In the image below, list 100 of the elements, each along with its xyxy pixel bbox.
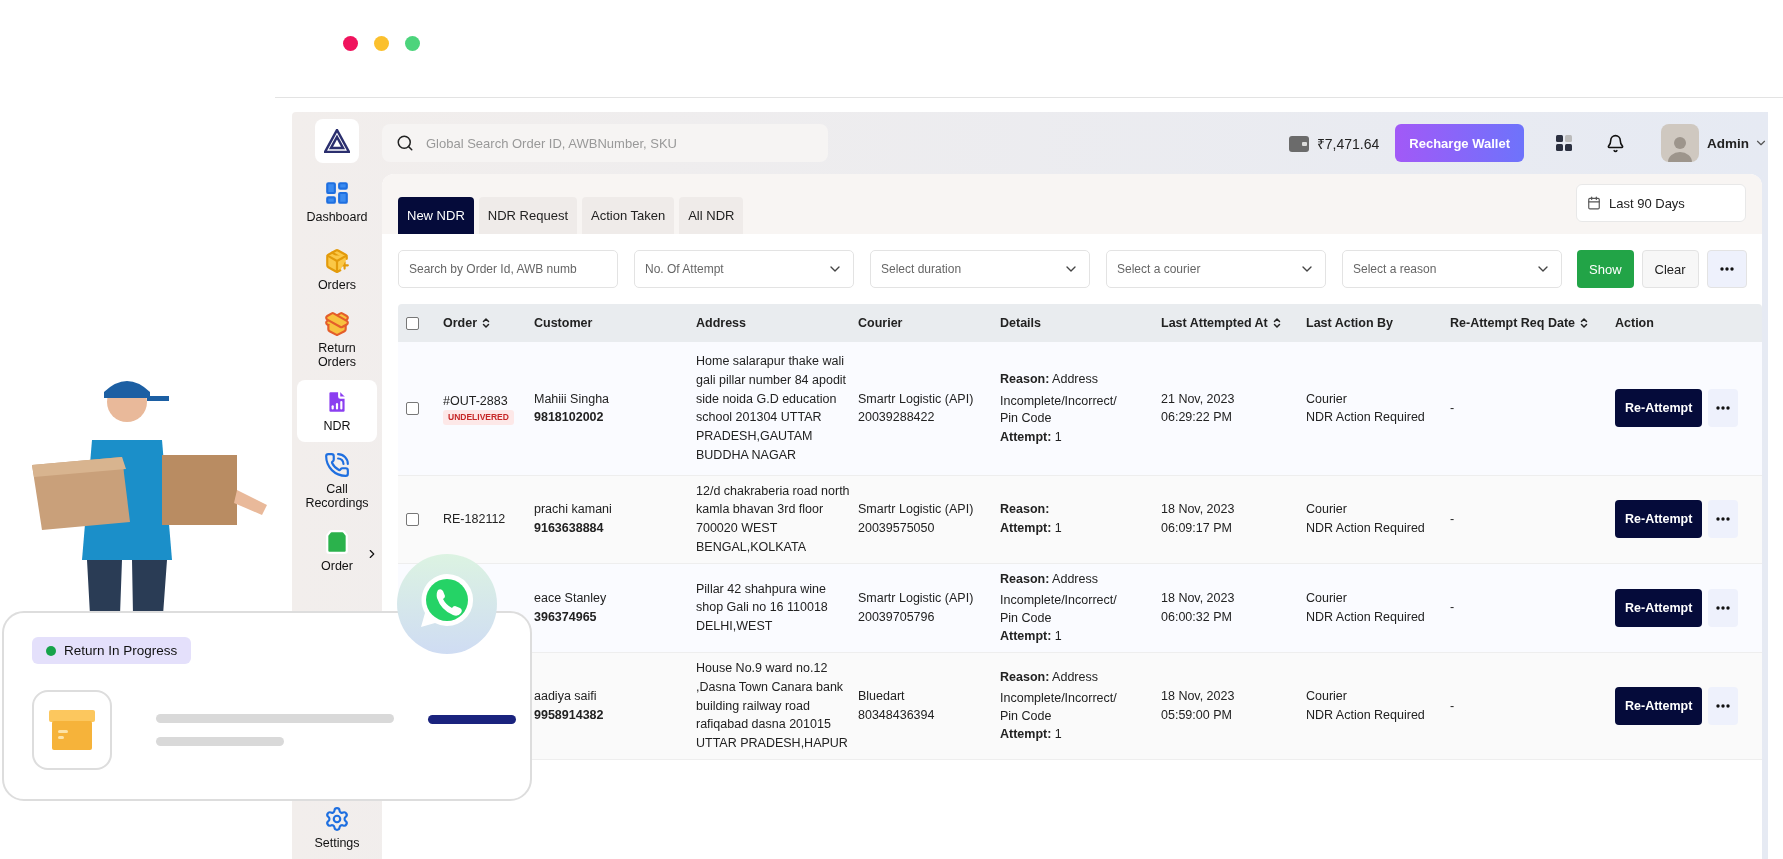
column-header[interactable]: Order: [443, 316, 534, 330]
attempt-time: 06:29:22 PM: [1161, 409, 1232, 427]
window-maximize-dot[interactable]: [405, 36, 420, 51]
action-note: NDR Action Required: [1306, 409, 1425, 427]
attempt-time: 05:59:00 PM: [1161, 706, 1232, 724]
attempt-count: Attempt: 1: [1000, 428, 1062, 446]
package-icon: [324, 247, 350, 274]
column-header: Courier: [858, 316, 904, 330]
tab[interactable]: Action Taken: [582, 197, 675, 234]
address-text: House No.9 ward no.12 ,Dasna Town Canara bank building railway road rafiqabad dasna 201015 UTTAR PRADESH,HAPUR: [696, 660, 849, 752]
address-text: Pillar 42 shahpura wine shop Gali no 16 110018 DELHI,WEST: [696, 580, 829, 636]
re-attempt-button[interactable]: Re-Attempt: [1615, 686, 1703, 725]
search-field[interactable]: Search by Order Id, AWB numb: [398, 250, 618, 288]
order-id[interactable]: RE-182112: [443, 509, 506, 529]
wallet-balance: ₹7,471.64: [1316, 134, 1380, 153]
request-date: -: [1450, 510, 1455, 528]
sidebar-item[interactable]: Order: [297, 520, 377, 583]
reason-text: Reason: Address: [1000, 668, 1098, 686]
action-note: NDR Action Required: [1306, 608, 1425, 626]
logo[interactable]: [315, 119, 359, 163]
more-button[interactable]: [1706, 250, 1747, 288]
request-date: -: [1450, 697, 1455, 715]
settings-icon: [324, 805, 350, 832]
order-id[interactable]: #OUT-2883: [443, 391, 508, 411]
select-all-checkbox[interactable]: [406, 316, 419, 330]
sidebar-item[interactable]: NDR: [297, 379, 377, 442]
select-field[interactable]: Select a courier: [1106, 250, 1326, 288]
customer-name: prachi kamani: [534, 501, 612, 519]
bag-icon: [324, 529, 350, 556]
reason-detail: Incomplete/Incorrect/ Pin Code: [1000, 690, 1118, 725]
awb-number: 20039705796: [858, 608, 935, 626]
attempt-time: 06:00:32 PM: [1161, 608, 1232, 626]
column-header[interactable]: Last Attempted At: [1161, 316, 1306, 330]
window-minimize-dot[interactable]: [374, 36, 389, 51]
package-icon: [324, 311, 350, 337]
attempt-date: 18 Nov, 2023: [1161, 688, 1235, 706]
sidebar-item[interactable]: Call Recordings: [297, 447, 377, 515]
row-checkbox[interactable]: [406, 512, 419, 526]
action-by: Courier: [1306, 590, 1347, 607]
customer-name: aadiya saifi: [534, 688, 597, 706]
customer-phone: 9818102002: [534, 409, 604, 427]
more-icon: [1716, 406, 1731, 411]
action-by: Courier: [1306, 501, 1347, 519]
calendar-icon: [1587, 196, 1601, 210]
column-header[interactable]: Re-Attempt Req Date: [1450, 316, 1615, 330]
recharge-button[interactable]: Recharge Wallet: [1395, 124, 1524, 162]
avatar[interactable]: [1661, 124, 1699, 162]
more-button[interactable]: [1708, 588, 1739, 627]
tab[interactable]: All NDR: [679, 197, 744, 234]
notification-icon[interactable]: [1606, 133, 1625, 153]
select-field[interactable]: Select a reason: [1342, 250, 1562, 288]
customer-phone: 396374965: [534, 608, 597, 626]
column-header: Details: [1000, 316, 1042, 330]
more-button[interactable]: [1708, 389, 1739, 428]
select-field[interactable]: No. Of Attempt: [634, 250, 854, 288]
customer-name: eace Stanley: [534, 590, 607, 607]
attempt-date: 18 Nov, 2023: [1161, 590, 1235, 607]
more-icon: [1716, 517, 1731, 521]
sidebar-item[interactable]: Return Orders: [297, 307, 377, 374]
apps-icon[interactable]: [1556, 135, 1572, 151]
reason-text: Reason:: [1000, 501, 1050, 519]
more-icon: [1716, 703, 1731, 708]
action-note: NDR Action Required: [1306, 706, 1425, 724]
address-text: Home salarapur thake wali gali pillar number 84 apodit side noida G.D education school 201304 UTTAR PRADESH,GAUTAM BUDDHA NAGAR: [696, 353, 848, 464]
reason-detail: Incomplete/Incorrect/ Pin Code: [1000, 592, 1118, 627]
select-field[interactable]: Select duration: [870, 250, 1090, 288]
reason-text: Reason: Address: [1000, 371, 1098, 388]
row-checkbox[interactable]: [406, 401, 419, 415]
more-button[interactable]: [1708, 500, 1739, 538]
request-date: -: [1450, 599, 1455, 617]
awb-number: 20039288422: [858, 409, 935, 427]
column-header: Customer: [534, 316, 594, 330]
date-range-picker[interactable]: Last 90 Days: [1576, 184, 1746, 222]
search-icon: [396, 134, 414, 152]
window-close-dot[interactable]: [343, 36, 358, 51]
attempt-count: Attempt: 1: [1000, 520, 1062, 537]
awb-number: 80348436394: [858, 706, 935, 724]
re-attempt-button[interactable]: Re-Attempt: [1615, 389, 1703, 428]
courier-name: Smartr Logistic (API): [858, 390, 974, 408]
tab[interactable]: New NDR: [398, 197, 474, 234]
user-name[interactable]: Admin: [1707, 135, 1749, 151]
more-button[interactable]: [1708, 686, 1739, 725]
column-header: Action: [1615, 316, 1655, 330]
reason-detail: Incomplete/Incorrect/ Pin Code: [1000, 392, 1118, 428]
clear-button[interactable]: Clear: [1641, 250, 1699, 288]
attempt-date: 21 Nov, 2023: [1161, 390, 1235, 408]
reason-text: Reason: Address: [1000, 570, 1098, 588]
sidebar-item[interactable]: Settings: [297, 797, 377, 859]
sidebar-item[interactable]: Dashboard: [297, 171, 377, 233]
attempt-count: Attempt: 1: [1000, 726, 1062, 744]
sidebar-item[interactable]: Orders: [297, 239, 377, 301]
re-attempt-button[interactable]: Re-Attempt: [1615, 500, 1703, 538]
customer-name: Mahiii Singha: [534, 390, 610, 408]
re-attempt-button[interactable]: Re-Attempt: [1615, 588, 1703, 627]
phone-icon: [324, 451, 350, 478]
courier-name: Smartr Logistic (API): [858, 501, 974, 519]
courier-name: Bluedart: [858, 688, 905, 706]
wallet-icon: [1288, 134, 1309, 152]
tab[interactable]: NDR Request: [478, 197, 577, 234]
courier-name: Smartr Logistic (API): [858, 590, 974, 607]
